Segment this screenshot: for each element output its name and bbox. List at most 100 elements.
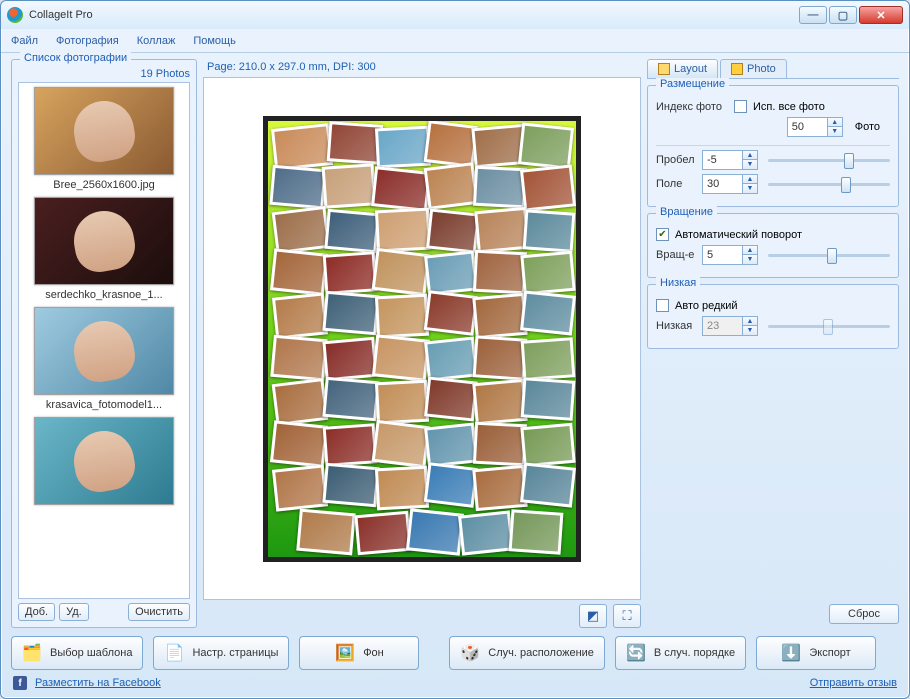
tab-photo[interactable]: Photo	[720, 59, 787, 78]
collage-tile[interactable]	[424, 336, 478, 381]
auto-rotate-checkbox[interactable]: ✔	[656, 228, 669, 241]
collage-tile[interactable]	[270, 334, 327, 381]
collage-tile[interactable]	[521, 377, 576, 421]
collage-tile[interactable]	[473, 421, 527, 466]
collage-tile[interactable]	[323, 423, 378, 467]
send-feedback-link[interactable]: Отправить отзыв	[810, 677, 897, 689]
collage-tile[interactable]	[272, 464, 328, 511]
collage-tile[interactable]	[520, 290, 576, 335]
collage-tile[interactable]	[375, 379, 429, 424]
sparse-spinner[interactable]: ▲▼	[702, 316, 758, 336]
list-item[interactable]: krasavica_fotomodel1...	[23, 307, 185, 411]
page-setup-button[interactable]: 📄Настр. страницы	[153, 636, 289, 670]
collage-tile[interactable]	[296, 508, 355, 555]
collage-tile[interactable]	[473, 165, 527, 208]
use-all-photos-checkbox[interactable]	[734, 100, 747, 113]
thumbnail-image[interactable]	[34, 87, 174, 175]
share-facebook-link[interactable]: Разместить на Facebook	[35, 677, 161, 689]
gap-input[interactable]	[702, 150, 742, 170]
collage-tile[interactable]	[322, 376, 379, 421]
collage-tile[interactable]	[474, 206, 529, 252]
collage-tile[interactable]	[375, 207, 431, 252]
collage-tile[interactable]	[270, 420, 328, 467]
title-bar[interactable]: CollageIt Pro — ▢ ✕	[1, 1, 909, 29]
photo-index-spinner[interactable]: ▲▼	[787, 117, 843, 137]
collage-tile[interactable]	[520, 250, 575, 294]
add-photo-button[interactable]: Доб.	[18, 603, 55, 621]
collage-page[interactable]	[263, 116, 581, 562]
collage-tile[interactable]	[269, 164, 326, 209]
list-item[interactable]: Bree_2560x1600.jpg	[23, 87, 185, 191]
maximize-button[interactable]: ▢	[829, 6, 857, 24]
collage-tile[interactable]	[322, 163, 377, 209]
collage-tile[interactable]	[424, 462, 479, 508]
collage-tile[interactable]	[372, 419, 431, 467]
collage-tile[interactable]	[424, 376, 478, 421]
rotation-spinner[interactable]: ▲▼	[702, 245, 758, 265]
menu-file[interactable]: Файл	[11, 35, 38, 47]
crop-tool-button[interactable]: ◩	[579, 604, 607, 628]
collage-tile[interactable]	[520, 422, 575, 466]
collage-tile[interactable]	[458, 510, 514, 555]
random-layout-button[interactable]: 🎲Случ. расположение	[449, 636, 605, 670]
collage-tile[interactable]	[322, 336, 377, 380]
collage-tile[interactable]	[354, 510, 411, 555]
collage-tile[interactable]	[322, 462, 379, 507]
margin-slider[interactable]	[768, 175, 890, 193]
collage-tile[interactable]	[375, 293, 429, 338]
collage-tile[interactable]	[371, 166, 431, 212]
close-button[interactable]: ✕	[859, 6, 903, 24]
remove-photo-button[interactable]: Уд.	[59, 603, 89, 621]
minimize-button[interactable]: —	[799, 6, 827, 24]
thumbnail-image[interactable]	[34, 417, 174, 505]
menu-help[interactable]: Помощь	[193, 35, 236, 47]
collage-tile[interactable]	[322, 290, 379, 335]
collage-tile[interactable]	[509, 509, 564, 555]
rotation-input[interactable]	[702, 245, 742, 265]
menu-photo[interactable]: Фотография	[56, 35, 119, 47]
collage-tile[interactable]	[520, 164, 576, 211]
list-item[interactable]	[23, 417, 185, 505]
collage-tile[interactable]	[473, 249, 527, 294]
thumbnail-image[interactable]	[34, 307, 174, 395]
auto-sparse-checkbox[interactable]	[656, 299, 669, 312]
export-button[interactable]: ⬇️Экспорт	[756, 636, 876, 670]
collage-tile[interactable]	[270, 248, 328, 295]
collage-tile[interactable]	[406, 508, 464, 555]
collage-tile[interactable]	[472, 378, 527, 424]
collage-tile[interactable]	[372, 247, 431, 295]
collage-tile[interactable]	[473, 335, 528, 381]
collage-tile[interactable]	[424, 422, 478, 467]
collage-tile[interactable]	[523, 209, 576, 252]
photo-thumbnail-list[interactable]: Bree_2560x1600.jpgserdechko_krasnoe_1...…	[18, 82, 190, 599]
collage-tile[interactable]	[272, 292, 328, 339]
margin-input[interactable]	[702, 174, 742, 194]
fit-view-button[interactable]: ⛶	[613, 604, 641, 628]
gap-slider[interactable]	[768, 151, 890, 169]
collage-tile[interactable]	[424, 290, 479, 336]
rotation-slider[interactable]	[768, 246, 890, 264]
clear-photos-button[interactable]: Очистить	[128, 603, 190, 621]
collage-tile[interactable]	[521, 337, 576, 381]
menu-collage[interactable]: Коллаж	[137, 35, 176, 47]
choose-template-button[interactable]: 🗂️Выбор шаблона	[11, 636, 143, 670]
shuffle-order-button[interactable]: 🔄В случ. порядке	[615, 636, 746, 670]
collage-tile[interactable]	[424, 250, 478, 295]
collage-tile[interactable]	[472, 292, 527, 338]
collage-tile[interactable]	[375, 465, 429, 510]
collage-tile[interactable]	[426, 208, 480, 253]
collage-tile[interactable]	[372, 334, 430, 381]
collage-tile[interactable]	[472, 464, 527, 510]
background-button[interactable]: 🖼️Фон	[299, 636, 419, 670]
collage-tile[interactable]	[272, 377, 329, 425]
list-item[interactable]: serdechko_krasnoe_1...	[23, 197, 185, 301]
photo-index-input[interactable]	[787, 117, 827, 137]
collage-tile[interactable]	[323, 251, 378, 295]
collage-tile[interactable]	[424, 162, 479, 210]
collage-tile[interactable]	[424, 120, 479, 168]
gap-spinner[interactable]: ▲▼	[702, 150, 758, 170]
collage-tile[interactable]	[271, 123, 333, 171]
reset-button[interactable]: Сброс	[829, 604, 899, 624]
collage-tile[interactable]	[272, 205, 331, 253]
thumbnail-image[interactable]	[34, 197, 174, 285]
